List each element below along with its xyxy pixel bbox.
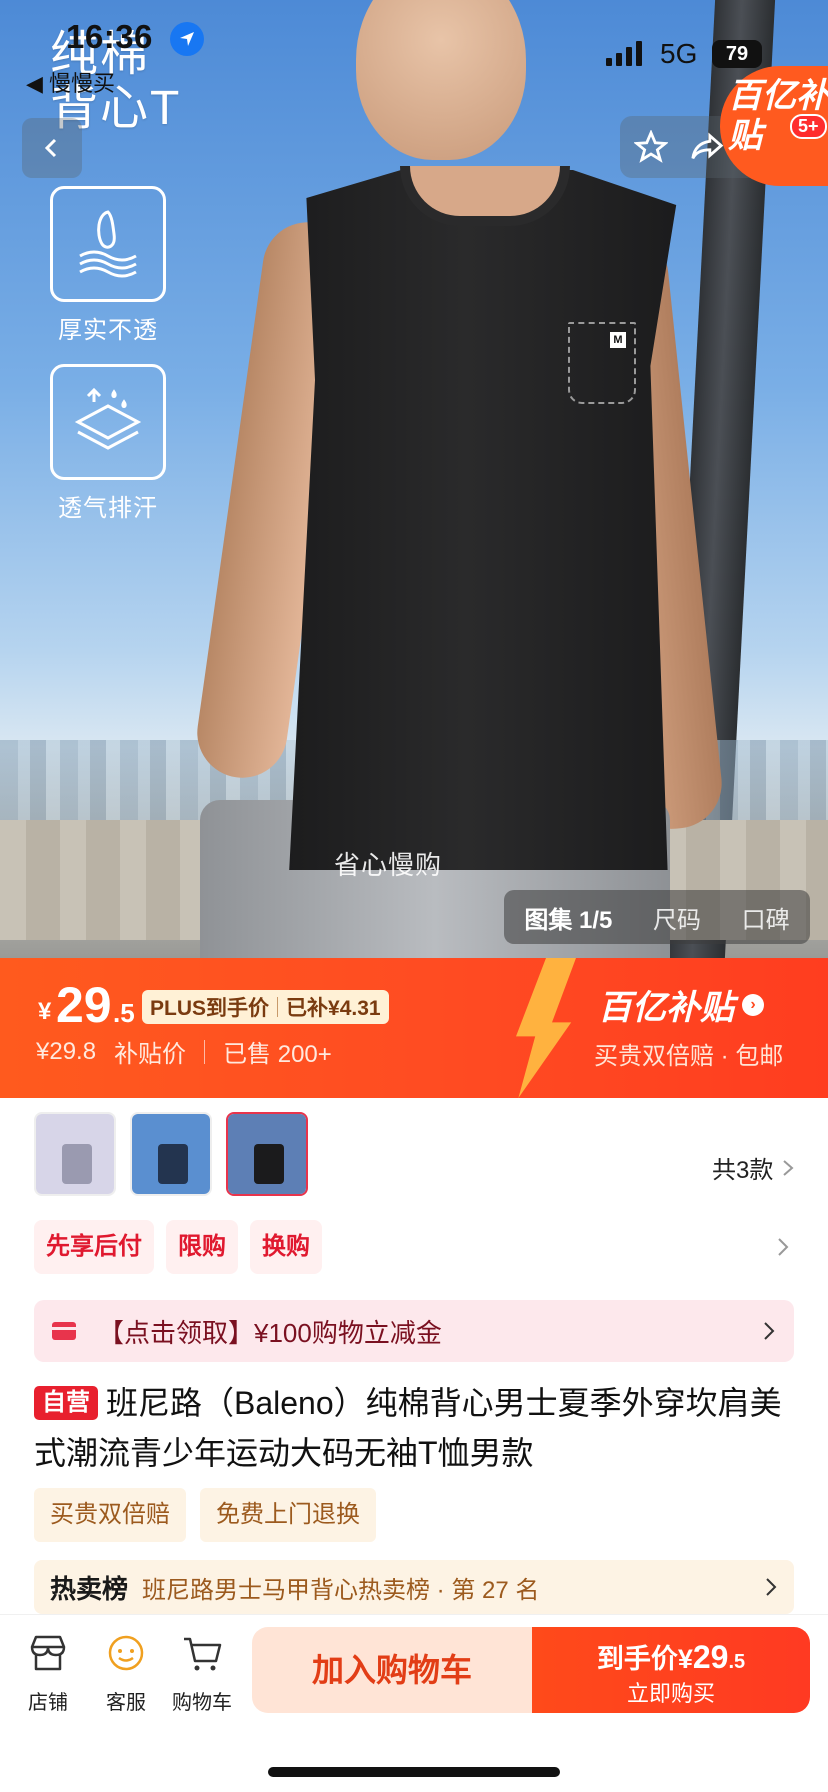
star-favorite-icon[interactable] (634, 130, 668, 164)
back-to-app-link[interactable]: ◀ 慢慢买 (26, 66, 115, 98)
ranking-bar[interactable]: 热卖榜 班尼路男士马甲背心热卖榜 · 第 27 名 (34, 1560, 794, 1614)
tab-gallery[interactable]: 图集 1/5 (524, 900, 612, 935)
gallery-tabs: 图集 1/5 尺码 口碑 (504, 890, 810, 944)
subsidy-count-badge: 5+ (790, 114, 827, 139)
service-tag-price-guarantee[interactable]: 买贵双倍赔 (34, 1488, 186, 1542)
price-integer: 29 (56, 977, 112, 1033)
subsidy-desc: 买贵双倍赔 · 包邮 (594, 1043, 784, 1070)
rank-label: 热卖榜 (50, 1573, 129, 1604)
feature-breathable: 透气排汗 (50, 364, 166, 523)
fabric-thick-icon (50, 186, 166, 302)
price-banner[interactable]: ¥ 29 .5 PLUS到手价 已补¥4.31 ¥29.8 补贴价 已售 200… (0, 958, 828, 1098)
variant-thumbnails (34, 1112, 308, 1196)
variant-count-link[interactable]: 共3款 (712, 1150, 795, 1185)
home-indicator[interactable] (268, 1767, 560, 1777)
price-decimal: .5 (113, 998, 135, 1028)
price-currency: ¥ (38, 998, 52, 1025)
service-tags: 买贵双倍赔 免费上门退换 (34, 1488, 376, 1542)
shop-button[interactable]: 店铺 (18, 1631, 78, 1715)
variant-thumb-1[interactable] (34, 1112, 116, 1196)
tag-exchange[interactable]: 换购 (250, 1220, 322, 1274)
chevron-right-icon[interactable] (776, 1236, 790, 1258)
coupon-banner[interactable]: 【点击领取】¥100购物立减金 (34, 1300, 794, 1362)
bottom-action-bar: 店铺 客服 购物车 加入购物车 到手价¥29.5 立即购买 (0, 1614, 828, 1792)
chevron-right-icon (764, 1322, 775, 1340)
plus-price-tag: PLUS到手价 已补¥4.31 (142, 990, 389, 1024)
store-icon (30, 1635, 66, 1671)
subsidy-title: 百亿补贴 › (598, 980, 764, 1029)
variant-thumb-2[interactable] (130, 1112, 212, 1196)
cart-button[interactable]: 购物车 (172, 1631, 232, 1715)
shirt-pocket: M (568, 322, 636, 404)
model-tank-top (289, 170, 677, 870)
original-price: ¥29.8 (36, 1037, 97, 1065)
tag-pay-later[interactable]: 先享后付 (34, 1220, 154, 1274)
price-secondary-line: ¥29.8 补贴价 已售 200+ (36, 1034, 332, 1069)
share-icon[interactable] (690, 130, 724, 164)
network-type: 5G (660, 38, 698, 69)
cart-icon (184, 1637, 222, 1671)
status-time: 16:36 (66, 18, 153, 55)
tab-reviews[interactable]: 口碑 (742, 900, 790, 935)
self-operated-badge: 自营 (34, 1386, 98, 1420)
battery-icon: 79 (712, 40, 762, 68)
tab-size[interactable]: 尺码 (653, 900, 701, 935)
customer-service-icon (108, 1635, 144, 1671)
card-icon (52, 1322, 76, 1340)
chevron-right-icon (783, 1159, 794, 1176)
original-price-label: 补贴价 (114, 1041, 187, 1068)
variant-thumb-3[interactable] (226, 1112, 308, 1196)
customer-service-button[interactable]: 客服 (96, 1631, 156, 1715)
chevron-right-icon (766, 1578, 777, 1596)
promo-tags: 先享后付 限购 换购 (34, 1220, 322, 1274)
chevron-right-circle-icon: › (742, 993, 764, 1016)
buy-now-button[interactable]: 到手价¥29.5 立即购买 (532, 1627, 810, 1713)
location-arrow-icon (170, 22, 204, 56)
watermark-text: 省心慢购 (334, 850, 443, 880)
sold-count: 已售 200+ (223, 1041, 332, 1068)
breathable-icon (50, 364, 166, 480)
tag-limit[interactable]: 限购 (166, 1220, 238, 1274)
feature-thick: 厚实不透 (50, 186, 166, 345)
status-bar: 16:36 ◀ 慢慢买 5G 79 (0, 0, 828, 96)
lightning-bolt-icon (516, 958, 576, 1098)
product-title: 自营 班尼路（Baleno）纯棉背心男士夏季外穿坎肩美式潮流青少年运动大码无袖T恤… (34, 1385, 782, 1471)
service-tag-free-return[interactable]: 免费上门退换 (200, 1488, 376, 1542)
chevron-left-icon (44, 138, 57, 158)
cellular-signal-icon (606, 40, 642, 66)
rank-text: 班尼路男士马甲背心热卖榜 · 第 27 名 (142, 1576, 540, 1604)
subsidy-floating-badge[interactable]: 百亿补贴 5+ (720, 66, 828, 186)
back-button[interactable] (22, 118, 82, 178)
add-to-cart-button[interactable]: 加入购物车 (252, 1627, 532, 1713)
